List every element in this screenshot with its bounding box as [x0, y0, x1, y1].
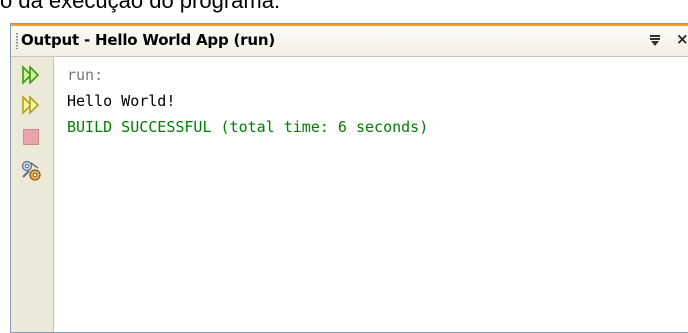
close-icon[interactable]: ×: [676, 30, 688, 48]
console-line-build-status: BUILD SUCCESSFUL (total time: 6 seconds): [67, 118, 429, 136]
dropdown-menu-icon[interactable]: [650, 30, 660, 48]
drag-grip-icon[interactable]: [16, 33, 18, 49]
console-output[interactable]: run: Hello World! BUILD SUCCESSFUL (tota…: [54, 57, 688, 332]
output-titlebar[interactable]: Output - Hello World App (run) ×: [11, 24, 688, 57]
output-window: Output - Hello World App (run) × run: He…: [10, 23, 688, 333]
rerun-icon[interactable]: [19, 63, 43, 87]
rerun-with-options-icon[interactable]: [19, 93, 43, 117]
stop-icon[interactable]: [19, 125, 43, 149]
console-line-run: run:: [67, 66, 104, 84]
output-title: Output - Hello World App (run): [21, 31, 275, 49]
settings-icon[interactable]: [19, 159, 43, 183]
output-toolbar: [11, 57, 54, 332]
console-line-output: Hello World!: [67, 92, 176, 110]
document-caption: o da execução do programa:: [0, 0, 281, 13]
